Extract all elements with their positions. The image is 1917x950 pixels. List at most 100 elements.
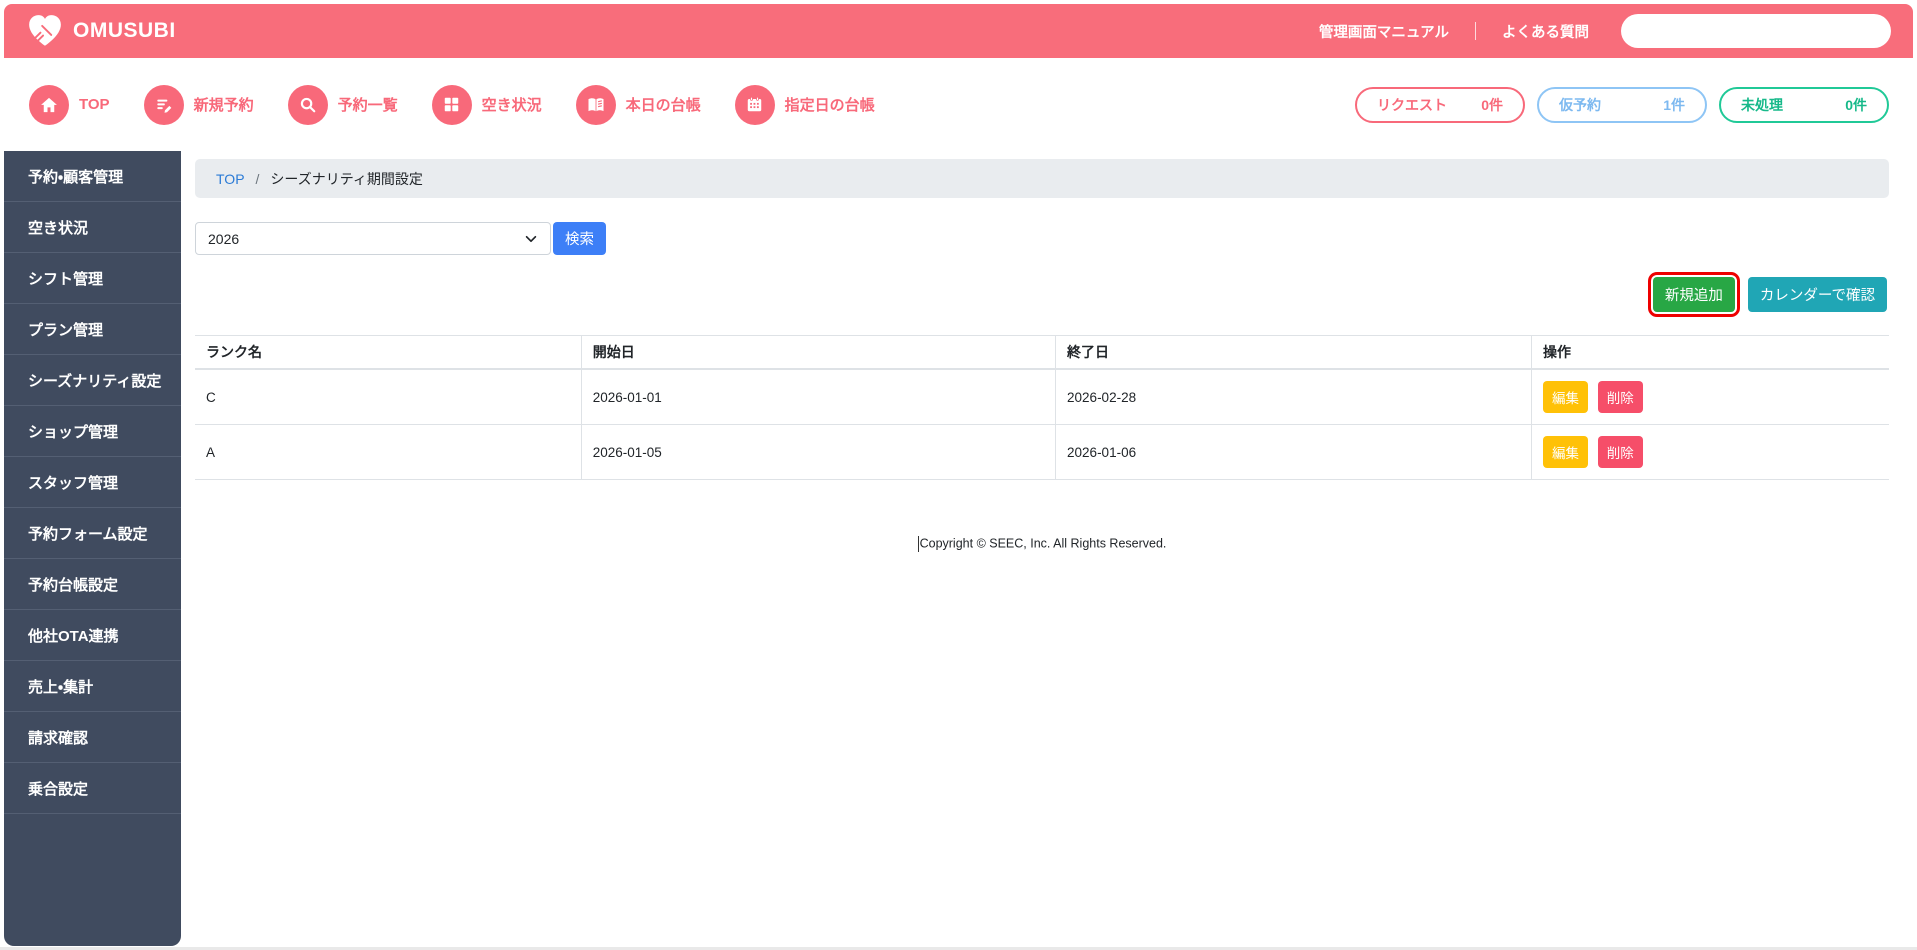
cell-start-date: 2026-01-05	[580, 424, 1056, 480]
sidebar-item-label: 請求確認	[28, 729, 89, 747]
sidebar-item-label: 予約台帳設定	[28, 576, 119, 594]
nav-label: TOP	[79, 96, 110, 113]
column-header-end: 終了日	[1055, 335, 1532, 370]
app-header: OMUSUBI 管理画面マニュアル よくある質問	[4, 4, 1913, 58]
main-content: TOP / シーズナリティ期間設定 2026 検索 新規追加 カレンダーで確認 …	[181, 151, 1913, 947]
badge-pending[interactable]: 未処理 0件	[1719, 86, 1889, 123]
nav-item-top[interactable]: TOP	[29, 84, 110, 125]
edit-button[interactable]: 編集	[1543, 436, 1589, 468]
badge-label: リクエスト	[1377, 96, 1447, 113]
nav-label: 予約一覧	[337, 97, 398, 114]
book-icon	[575, 84, 616, 125]
heart-handshake-icon	[29, 15, 61, 46]
filter-row: 2026 検索	[195, 222, 1889, 255]
sidebar-item-label: シーズナリティ設定	[28, 372, 162, 390]
logo-text: OMUSUBI	[73, 19, 176, 42]
sidebar-item-billing[interactable]: 請求確認	[4, 712, 181, 763]
cell-start-date: 2026-01-01	[580, 369, 1056, 425]
compose-icon	[143, 84, 184, 125]
sidebar-item-label: 他社OTA連携	[28, 627, 119, 645]
app-window: OMUSUBI 管理画面マニュアル よくある質問 TOP 新規予約 予約一覧 空…	[4, 4, 1913, 947]
nav-label: 新規予約	[193, 97, 254, 114]
sidebar-item-availability[interactable]: 空き状況	[4, 202, 181, 253]
text-cursor	[917, 536, 919, 552]
year-select[interactable]: 2026	[195, 222, 551, 255]
faq-link[interactable]: よくある質問	[1502, 21, 1589, 42]
column-header-operations: 操作	[1531, 335, 1889, 370]
table-header-row: ランク名 開始日 終了日 操作	[195, 335, 1889, 370]
column-header-rank: ランク名	[195, 335, 582, 370]
column-header-start: 開始日	[580, 335, 1056, 370]
sidebar-item-shift[interactable]: シフト管理	[4, 253, 181, 304]
badge-label: 仮予約	[1559, 96, 1601, 113]
footer-copyright: Copyright © SEEC, Inc. All Rights Reserv…	[195, 536, 1889, 552]
status-badges: リクエスト 0件 仮予約 1件 未処理 0件	[1355, 86, 1913, 123]
nav-item-today-ledger[interactable]: 本日の台帳	[575, 84, 701, 125]
manual-link[interactable]: 管理画面マニュアル	[1319, 21, 1449, 42]
sidebar-item-label: 売上・集計	[28, 678, 94, 696]
grid-icon	[431, 84, 472, 125]
breadcrumb-top-link[interactable]: TOP	[216, 171, 245, 187]
delete-button[interactable]: 削除	[1597, 381, 1643, 413]
copyright-text: Copyright © SEEC, Inc. All Rights Reserv…	[919, 536, 1167, 551]
badge-request[interactable]: リクエスト 0件	[1355, 86, 1525, 123]
sidebar-item-label: ショップ管理	[28, 423, 119, 441]
breadcrumb: TOP / シーズナリティ期間設定	[195, 159, 1889, 198]
sidebar-item-label: スタッフ管理	[28, 474, 119, 492]
calendar-icon	[734, 84, 775, 125]
table-row: C 2026-01-01 2026-02-28 編集 削除	[195, 369, 1889, 425]
cell-operations: 編集 削除	[1531, 369, 1889, 425]
sidebar: 予約・顧客管理 空き状況 シフト管理 プラン管理 シーズナリティ設定 ショップ管…	[4, 151, 181, 946]
delete-button[interactable]: 削除	[1597, 436, 1643, 468]
sidebar-item-label: 予約フォーム設定	[28, 525, 148, 543]
year-select-value: 2026	[208, 230, 240, 247]
table-row: A 2026-01-05 2026-01-06 編集 削除	[195, 424, 1889, 480]
nav-item-date-ledger[interactable]: 指定日の台帳	[734, 84, 875, 125]
cell-rank: A	[195, 424, 582, 480]
home-icon	[29, 84, 69, 125]
header-links: 管理画面マニュアル よくある質問	[1319, 14, 1891, 48]
edit-button[interactable]: 編集	[1543, 381, 1589, 413]
sidebar-item-seasonality[interactable]: シーズナリティ設定	[4, 355, 181, 406]
badge-label: 未処理	[1741, 96, 1783, 113]
logo[interactable]: OMUSUBI	[26, 14, 176, 48]
sidebar-item-label: 空き状況	[28, 219, 89, 237]
seasonality-table: ランク名 開始日 終了日 操作 C 2026-01-01 2026-02-28 …	[195, 335, 1889, 480]
sidebar-item-staff[interactable]: スタッフ管理	[4, 457, 181, 508]
chevron-down-icon	[525, 235, 537, 242]
badge-count: 0件	[1845, 96, 1867, 113]
nav-label: 空き状況	[481, 97, 542, 114]
header-search-input[interactable]	[1621, 14, 1891, 48]
breadcrumb-separator: /	[255, 170, 260, 187]
calendar-check-button[interactable]: カレンダーで確認	[1747, 277, 1887, 312]
nav-item-reservation-list[interactable]: 予約一覧	[287, 84, 398, 125]
badge-count: 1件	[1663, 96, 1685, 113]
cell-operations: 編集 削除	[1531, 424, 1889, 480]
add-new-button[interactable]: 新規追加	[1647, 272, 1740, 317]
search-button[interactable]: 検索	[553, 222, 606, 255]
sidebar-item-reservation-customer[interactable]: 予約・顧客管理	[4, 151, 181, 202]
sidebar-item-rideshare[interactable]: 乗合設定	[4, 763, 181, 814]
badge-count: 0件	[1481, 96, 1503, 113]
sidebar-item-ota[interactable]: 他社OTA連携	[4, 610, 181, 661]
nav-item-new-reservation[interactable]: 新規予約	[143, 84, 254, 125]
sidebar-item-label: シフト管理	[28, 270, 104, 288]
nav-label: 本日の台帳	[625, 97, 701, 114]
cell-end-date: 2026-02-28	[1055, 369, 1532, 425]
actions-row: 新規追加 カレンダーで確認	[195, 272, 1889, 317]
sidebar-item-sales[interactable]: 売上・集計	[4, 661, 181, 712]
cell-rank: C	[195, 369, 582, 425]
cell-end-date: 2026-01-06	[1055, 424, 1532, 480]
sidebar-item-plan[interactable]: プラン管理	[4, 304, 181, 355]
breadcrumb-current: シーズナリティ期間設定	[270, 170, 423, 187]
sidebar-item-label: 予約・顧客管理	[28, 168, 124, 186]
sidebar-item-reservation-ledger[interactable]: 予約台帳設定	[4, 559, 181, 610]
sidebar-item-label: プラン管理	[28, 321, 104, 339]
nav-label: 指定日の台帳	[784, 97, 875, 114]
sidebar-item-shop[interactable]: ショップ管理	[4, 406, 181, 457]
search-icon	[287, 84, 328, 125]
sidebar-item-label: 乗合設定	[28, 780, 89, 798]
nav-item-availability[interactable]: 空き状況	[431, 84, 542, 125]
badge-provisional[interactable]: 仮予約 1件	[1537, 86, 1707, 123]
sidebar-item-reservation-form[interactable]: 予約フォーム設定	[4, 508, 181, 559]
